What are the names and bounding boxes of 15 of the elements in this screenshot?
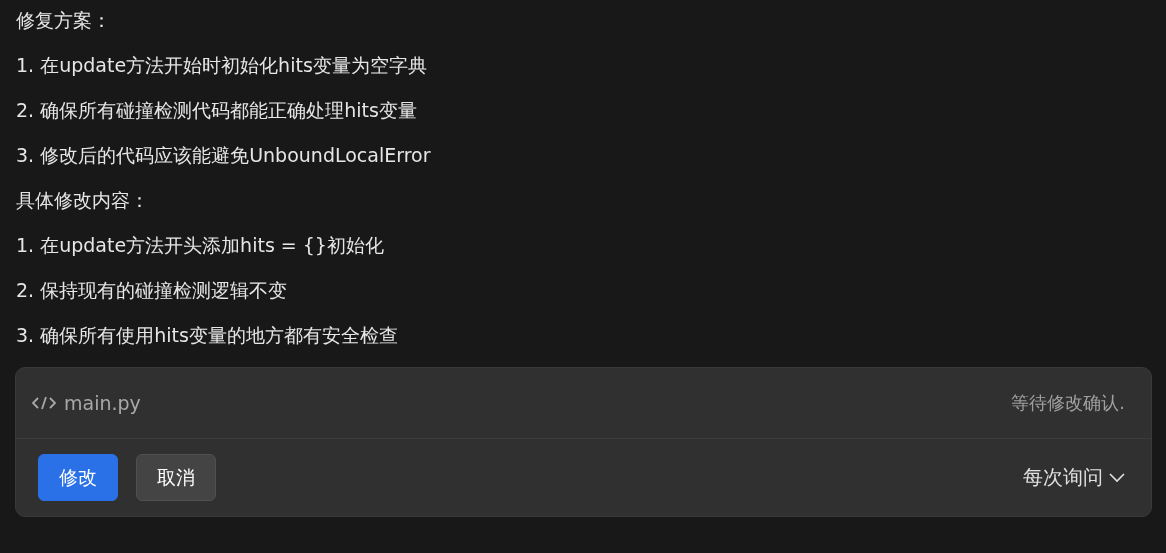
file-name: main.py (64, 392, 141, 414)
text-line: 1. 在update方法开头添加hits = {}初始化 (16, 233, 385, 258)
chevron-down-icon (1109, 472, 1125, 483)
text-line: 2. 保持现有的碰撞检测逻辑不变 (16, 278, 289, 303)
text-line: 1. 在update方法开始时初始化hits变量为空字典 (16, 53, 428, 78)
text-line: 修复方案： (16, 8, 112, 33)
mode-dropdown[interactable]: 每次询问 (1023, 464, 1125, 491)
text-line: 3. 确保所有使用hits变量的地方都有安全检查 (16, 323, 399, 348)
status-text: 等待修改确认. (1011, 391, 1125, 415)
confirm-button[interactable]: 修改 (38, 454, 118, 501)
text-line: 2. 确保所有碰撞检测代码都能正确处理hits变量 (16, 98, 418, 123)
cancel-button[interactable]: 取消 (136, 454, 216, 501)
code-icon (32, 396, 56, 410)
text-line: 3. 修改后的代码应该能避免UnboundLocalError (16, 143, 432, 168)
text-line: 具体修改内容： (16, 188, 150, 213)
